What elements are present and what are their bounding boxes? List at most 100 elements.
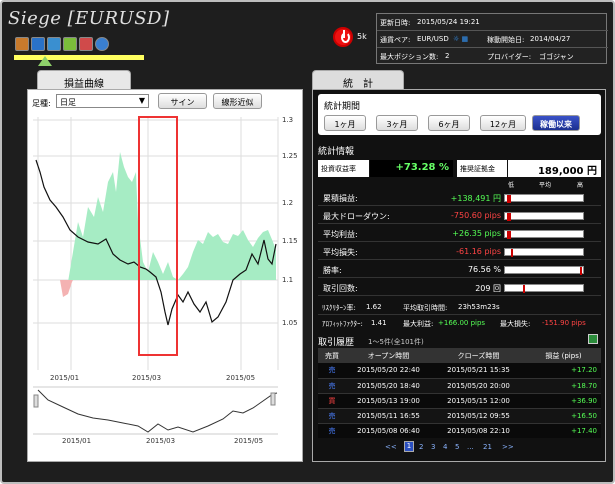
pagination: << 1 2 3 4 5 ... 21 >> bbox=[385, 441, 535, 454]
stat-value: 209 回 bbox=[475, 284, 501, 293]
globe-icon[interactable] bbox=[79, 37, 93, 51]
y-tick-label: 1.25 bbox=[282, 152, 298, 160]
page-title: Siege [EURUSD] bbox=[8, 8, 170, 29]
period-box: 統計期間 1ヶ月 3ヶ月 6ヶ月 12ヶ月 稼働以来 bbox=[318, 94, 601, 135]
stat-value: +26.35 pips bbox=[452, 229, 501, 238]
maxpos-label: 最大ポジション数: bbox=[380, 53, 439, 61]
pager-ellipsis: ... bbox=[467, 443, 474, 451]
margin-label: 推奨証拠金 bbox=[457, 160, 507, 177]
selected-highlight bbox=[14, 55, 144, 60]
selection-arrow-icon bbox=[38, 56, 52, 66]
y-tick-label: 1.05 bbox=[282, 319, 298, 327]
period-button[interactable]: 1ヶ月 bbox=[324, 115, 366, 131]
stat-label: 平均損失: bbox=[323, 248, 358, 257]
y-tick-label: 1.1 bbox=[282, 276, 293, 284]
stats-info-title: 統計情報 bbox=[318, 147, 355, 157]
close-cell: 2015/05/08 22:10 bbox=[447, 426, 510, 435]
side-cell: 買 bbox=[328, 396, 336, 405]
stat-label: 累積損益: bbox=[323, 194, 358, 203]
open-cell: 2015/05/13 19:00 bbox=[357, 396, 420, 405]
info-icon[interactable] bbox=[95, 37, 109, 51]
stat-value: -61.16 pips bbox=[456, 247, 501, 256]
pager-next[interactable]: >> bbox=[502, 443, 514, 451]
navigator-handle-left[interactable] bbox=[33, 394, 39, 408]
bar-type-select[interactable]: 日足 ▼ bbox=[56, 94, 149, 108]
stat-row: 勝率: 76.56 % bbox=[318, 262, 601, 278]
pager-page[interactable]: 21 bbox=[483, 443, 492, 451]
pager-page[interactable]: 4 bbox=[443, 443, 447, 451]
started-value: 2014/04/27 bbox=[530, 35, 571, 43]
pair-label: 通貨ペア: bbox=[380, 36, 411, 44]
users-icon[interactable] bbox=[15, 37, 29, 51]
stat-label: 平均利益: bbox=[323, 230, 358, 239]
table-row[interactable]: 売 2015/05/08 06:40 2015/05/08 22:10 +17.… bbox=[318, 423, 601, 438]
nav-x-tick-label: 2015/05 bbox=[234, 437, 263, 445]
tab-profit-curve[interactable]: 損益曲線 bbox=[37, 70, 131, 90]
info-panel: 更新日時: 2015/05/24 19:21 通貨ペア: EUR/USD ☼ ▦… bbox=[376, 13, 608, 64]
stat-row: 累積損益: +138,491 円 bbox=[318, 190, 601, 206]
x-tick-label: 2015/03 bbox=[132, 374, 161, 382]
linear-approx-button[interactable]: 線形近似 bbox=[213, 93, 262, 109]
table-row[interactable]: 売 2015/05/11 16:55 2015/05/12 09:55 +16.… bbox=[318, 408, 601, 423]
stats-icon[interactable] bbox=[63, 37, 77, 51]
stat-meter bbox=[504, 284, 584, 293]
open-cell: 2015/05/20 18:40 bbox=[357, 381, 420, 390]
pager-page[interactable]: 3 bbox=[431, 443, 435, 451]
pager-page[interactable]: 5 bbox=[455, 443, 459, 451]
open-cell: 2015/05/08 06:40 bbox=[357, 426, 420, 435]
period-button-selected[interactable]: 稼働以来 bbox=[532, 115, 580, 131]
extra-row-2: ｱﾛﾌｨｯﾄﾌｧｸﾀｰ: 1.41 最大利益: +166.00 pips 最大損… bbox=[318, 315, 601, 331]
pl-cell: +17.20 bbox=[571, 366, 597, 375]
pager-page-current[interactable]: 1 bbox=[404, 441, 414, 452]
open-cell: 2015/05/20 22:40 bbox=[357, 366, 420, 375]
sine-button[interactable]: サイン bbox=[158, 93, 207, 109]
stat-label: 勝率: bbox=[323, 266, 342, 275]
excel-export-icon[interactable] bbox=[588, 334, 598, 344]
y-axis-labels: 1.3 1.25 1.2 1.15 1.1 1.05 bbox=[282, 116, 298, 327]
extra-row-1: ﾘｽｸﾘﾀｰﾝ率: 1.62 平均取引時間: 23h53m23s bbox=[318, 299, 601, 315]
stat-value: 76.56 % bbox=[467, 265, 501, 274]
history-header-row: 売買 オープン時間 クローズ時間 損益 (pips) bbox=[318, 348, 601, 363]
col-pl: 損益 (pips) bbox=[545, 351, 582, 360]
stat-meter bbox=[504, 248, 584, 257]
period-title: 統計期間 bbox=[324, 102, 361, 112]
period-button[interactable]: 3ヶ月 bbox=[376, 115, 418, 131]
bar-type-label: 足種: bbox=[32, 99, 51, 108]
table-row[interactable]: 売 2015/05/20 22:40 2015/05/21 15:35 +17.… bbox=[318, 363, 601, 378]
profit-area-green bbox=[68, 152, 276, 282]
pl-cell: +18.70 bbox=[571, 381, 597, 390]
graph-icon[interactable] bbox=[47, 37, 61, 51]
period-button[interactable]: 6ヶ月 bbox=[428, 115, 470, 131]
col-side: 売買 bbox=[325, 351, 339, 360]
close-cell: 2015/05/21 15:35 bbox=[447, 366, 510, 375]
risk-return-value: 1.62 bbox=[366, 303, 382, 311]
risk-return-label: ﾘｽｸﾘﾀｰﾝ率: bbox=[322, 304, 356, 312]
side-cell: 売 bbox=[328, 411, 336, 420]
chart-icon[interactable] bbox=[31, 37, 45, 51]
table-row[interactable]: 買 2015/05/13 19:00 2015/05/15 12:00 +36.… bbox=[318, 393, 601, 408]
tab-statistics[interactable]: 統 計 bbox=[312, 70, 404, 90]
power-icon[interactable] bbox=[333, 27, 353, 47]
pl-cell: +17.40 bbox=[571, 426, 597, 435]
stat-row: 取引回数: 209 回 bbox=[318, 280, 601, 296]
updated-value: 2015/05/24 19:21 bbox=[417, 18, 480, 26]
profit-factor-value: 1.41 bbox=[371, 319, 387, 327]
y-tick-label: 1.2 bbox=[282, 199, 293, 207]
avg-trade-time-value: 23h53m23s bbox=[458, 303, 500, 311]
avg-trade-time-label: 平均取引時間: bbox=[403, 304, 448, 312]
stat-row: 最大ドローダウン: -750.60 pips bbox=[318, 208, 601, 224]
stat-label: 取引回数: bbox=[323, 284, 358, 293]
meter-low-label: 低 bbox=[508, 182, 515, 189]
navigator-handle-right[interactable] bbox=[270, 392, 276, 406]
table-row[interactable]: 売 2015/05/20 18:40 2015/05/20 20:00 +18.… bbox=[318, 378, 601, 393]
max-loss-label: 最大損失: bbox=[500, 320, 531, 328]
close-cell: 2015/05/15 12:00 bbox=[447, 396, 510, 405]
period-button[interactable]: 12ヶ月 bbox=[480, 115, 526, 131]
stat-row: 平均利益: +26.35 pips bbox=[318, 226, 601, 242]
stats-panel: 統計期間 1ヶ月 3ヶ月 6ヶ月 12ヶ月 稼働以来 統計情報 投資収益率 +7… bbox=[312, 89, 606, 462]
pager-prev[interactable]: << bbox=[385, 443, 397, 451]
pager-page[interactable]: 2 bbox=[419, 443, 423, 451]
col-open: オープン時間 bbox=[367, 351, 410, 360]
navigator[interactable]: 2015/01 2015/03 2015/05 bbox=[33, 386, 278, 445]
side-cell: 売 bbox=[328, 426, 336, 435]
